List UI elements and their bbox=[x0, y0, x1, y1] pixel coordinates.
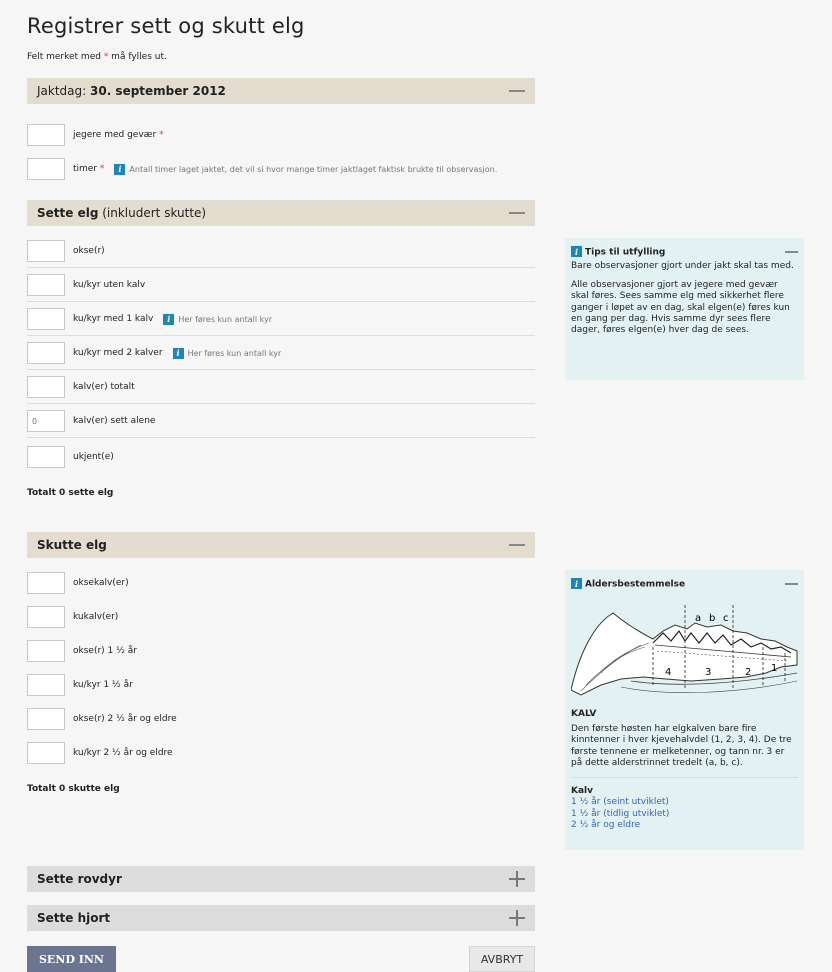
section-skutte-header[interactable]: Skutte elg bbox=[27, 532, 535, 558]
okse-1-5-input[interactable] bbox=[27, 640, 65, 662]
kukalv-input[interactable] bbox=[27, 606, 65, 628]
alder-text: Den første høsten har elgkalven bare fir… bbox=[571, 724, 792, 768]
alder-current: Kalv bbox=[571, 786, 593, 796]
tips-panel: i Tips til utfylling Bare observasjoner g… bbox=[565, 238, 804, 380]
alder-link[interactable]: 1 ½ år (seint utviklet) bbox=[571, 797, 798, 808]
divider bbox=[27, 301, 535, 302]
diagram-label-a: a bbox=[695, 613, 701, 624]
diagram-label-b: b bbox=[709, 613, 715, 624]
section-rovdyr-header[interactable]: Sette rovdyr bbox=[27, 866, 535, 892]
page-title: Registrer sett og skutt elg bbox=[27, 14, 305, 38]
divider bbox=[27, 369, 535, 370]
plus-icon[interactable] bbox=[509, 871, 525, 887]
diagram-label-2: 2 bbox=[745, 667, 751, 678]
section-sette-header[interactable]: Sette elg (inkludert skutte) bbox=[27, 200, 535, 226]
ku-1-kalv-input[interactable] bbox=[27, 308, 65, 330]
alder-links: 1 ½ år (seint utviklet) 1 ½ år (tidlig u… bbox=[571, 797, 798, 831]
alder-heading: KALV bbox=[571, 708, 597, 719]
row-kalv-alene: kalv(er) sett alene bbox=[27, 410, 155, 432]
row-ukjent: ukjent(e) bbox=[27, 446, 114, 468]
ukjent-input[interactable] bbox=[27, 446, 65, 468]
send-button[interactable]: SEND INN bbox=[27, 946, 116, 972]
sette-total: Totalt 0 sette elg bbox=[27, 488, 114, 498]
row-kukalv: kukalv(er) bbox=[27, 606, 118, 628]
row-kalv-totalt: kalv(er) totalt bbox=[27, 376, 135, 398]
row-ku-2-kalver: ku/kyr med 2 kalver i Her føres kun anta… bbox=[27, 342, 281, 364]
info-icon: i bbox=[571, 578, 582, 589]
info-icon[interactable]: i bbox=[172, 347, 184, 359]
jegere-input[interactable] bbox=[27, 124, 65, 146]
row-oksekalv: oksekalv(er) bbox=[27, 572, 129, 594]
cancel-button[interactable]: AVBRYT bbox=[469, 946, 535, 972]
kalv-totalt-input[interactable] bbox=[27, 376, 65, 398]
row-ku-1-5: ku/kyr 1 ½ år bbox=[27, 674, 133, 696]
row-okse-2-5: okse(r) 2 ½ år og eldre bbox=[27, 708, 177, 730]
minus-icon[interactable] bbox=[509, 212, 525, 214]
divider bbox=[27, 335, 535, 336]
skutte-total: Totalt 0 skutte elg bbox=[27, 784, 120, 794]
row-timer: timer * i Antall timer laget jaktet, det… bbox=[27, 158, 497, 180]
ku-1-5-input[interactable] bbox=[27, 674, 65, 696]
ku-2-kalver-input[interactable] bbox=[27, 342, 65, 364]
minus-icon[interactable] bbox=[509, 90, 525, 92]
row-okse: okse(r) bbox=[27, 240, 105, 262]
alder-link[interactable]: 1 ½ år (tidlig utviklet) bbox=[571, 809, 798, 820]
row-jegere: jegere med gevær * bbox=[27, 124, 164, 146]
tips-paragraph: Bare observasjoner gjort under jakt skal… bbox=[571, 260, 794, 271]
tips-paragraph: Alle observasjoner gjort av jegere med g… bbox=[571, 280, 790, 335]
section-jaktdag-header[interactable]: Jaktdag: 30. september 2012 bbox=[27, 78, 535, 104]
row-ku-1-kalv: ku/kyr med 1 kalv i Her føres kun antall… bbox=[27, 308, 272, 330]
divider bbox=[27, 267, 535, 268]
ku-uten-kalv-input[interactable] bbox=[27, 274, 65, 296]
row-ku-2-5: ku/kyr 2 ½ år og eldre bbox=[27, 742, 173, 764]
row-okse-1-5: okse(r) 1 ½ år bbox=[27, 640, 137, 662]
diagram-label-1: 1 bbox=[771, 663, 777, 674]
timer-input[interactable] bbox=[27, 158, 65, 180]
okse-input[interactable] bbox=[27, 240, 65, 262]
info-icon[interactable]: i bbox=[114, 163, 126, 175]
divider bbox=[27, 437, 535, 438]
required-note: Felt merket med * må fylles ut. bbox=[27, 52, 167, 62]
info-icon[interactable]: i bbox=[163, 313, 175, 325]
kalv-alene-input[interactable] bbox=[27, 410, 65, 432]
alder-panel: i Aldersbestemmelse a b c 4 3 2 1 KALV De… bbox=[565, 570, 804, 850]
divider bbox=[571, 777, 798, 778]
jaktdag-date: 30. september 2012 bbox=[90, 84, 226, 98]
jaw-tooth-diagram: a b c 4 3 2 1 bbox=[571, 604, 798, 696]
minus-icon[interactable] bbox=[509, 544, 525, 546]
info-icon: i bbox=[571, 246, 582, 257]
okse-2-5-input[interactable] bbox=[27, 708, 65, 730]
section-hjort-header[interactable]: Sette hjort bbox=[27, 905, 535, 931]
ku-2-5-input[interactable] bbox=[27, 742, 65, 764]
diagram-label-3: 3 bbox=[705, 667, 711, 678]
minus-icon[interactable] bbox=[785, 583, 798, 586]
divider bbox=[27, 403, 535, 404]
oksekalv-input[interactable] bbox=[27, 572, 65, 594]
alder-link[interactable]: 2 ½ år og eldre bbox=[571, 820, 798, 831]
timer-hint: Antall timer laget jaktet, det vil si hv… bbox=[129, 164, 498, 174]
plus-icon[interactable] bbox=[509, 910, 525, 926]
diagram-label-4: 4 bbox=[665, 667, 671, 678]
minus-icon[interactable] bbox=[785, 251, 798, 254]
row-ku-uten-kalv: ku/kyr uten kalv bbox=[27, 274, 145, 296]
diagram-label-c: c bbox=[723, 613, 729, 624]
